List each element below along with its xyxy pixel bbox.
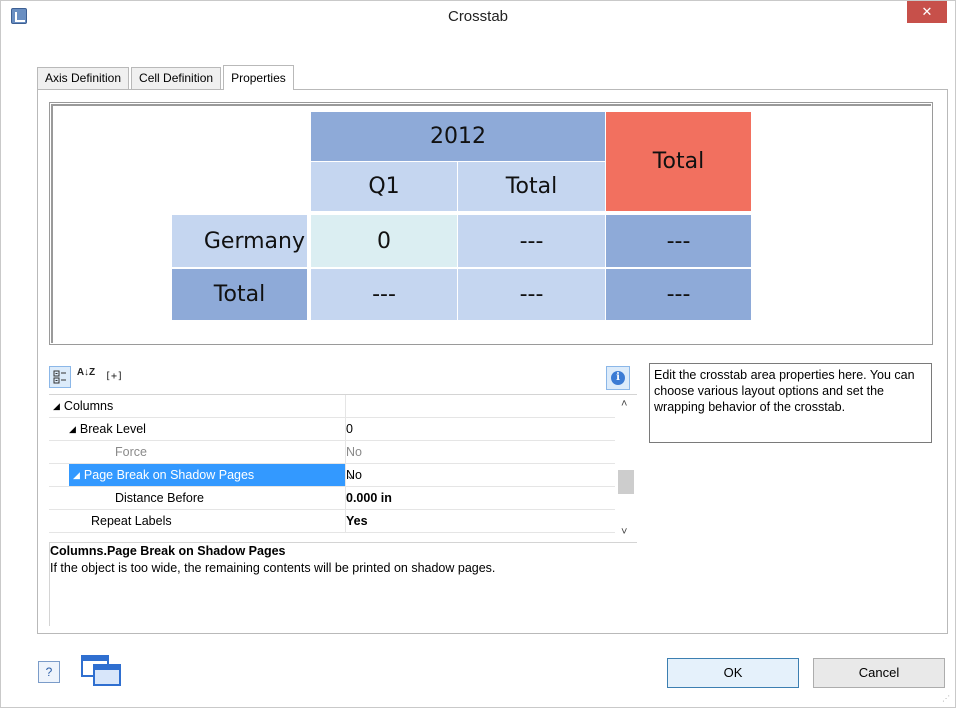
grid-row-value-dropdown[interactable]: No ⌄ [345,464,615,486]
tab-strip: Axis Definition Cell Definition Properti… [37,65,296,90]
grid-row-value[interactable] [345,395,615,417]
tab-axis-definition[interactable]: Axis Definition [37,67,130,89]
info-button[interactable]: i [606,366,630,390]
scrollbar-thumb[interactable] [618,470,634,494]
sort-alphabetical-button[interactable]: A↓Z [75,366,97,388]
window-title: Crosstab [447,8,509,25]
property-grid: ◢ Columns ◢ Break Level 0 Force No ◢ Page B… [49,394,637,540]
info-icon: i [611,371,625,385]
expand-triangle-icon[interactable]: ◢ [69,418,76,440]
crosstab-cell-germany-total[interactable]: --- [458,215,605,267]
description-text: If the object is too wide, the remaining… [50,561,496,575]
scroll-down-icon[interactable]: ˅ [621,526,627,538]
crosstab-grand-total-header[interactable]: Total [606,112,751,211]
grid-row-name: ◢ Columns [53,395,113,417]
grid-row-distance-before[interactable]: Distance Before 0.000 in [49,487,615,510]
scroll-up-icon[interactable]: ˄ [621,398,627,410]
tab-properties[interactable]: Properties [223,65,294,90]
grid-row-value[interactable]: 0.000 in [345,487,615,509]
crosstab-cell-germany-grand[interactable]: --- [606,215,751,267]
expand-all-button[interactable]: [+] [99,366,129,388]
cancel-button[interactable]: Cancel [813,658,945,688]
ok-button[interactable]: OK [667,658,799,688]
help-button[interactable]: ? [38,661,60,683]
resize-grip-icon[interactable]: ⋰ [942,694,952,704]
grid-row-page-break-shadow[interactable]: ◢ Page Break on Shadow Pages No ⌄ [49,464,615,487]
crosstab-cell-total-grand[interactable]: --- [606,269,751,320]
expand-triangle-icon[interactable]: ◢ [73,464,80,486]
crosstab-row-germany[interactable]: Germany [172,215,307,267]
crosstab-row-total[interactable]: Total [172,269,307,320]
crosstab-q1-header[interactable]: Q1 [311,162,457,211]
window-arrange-icon[interactable] [81,655,123,687]
expand-triangle-icon[interactable]: ◢ [53,395,60,417]
property-toolbar: A↓Z [+] i [49,365,639,391]
crosstab-col-total-header[interactable]: Total [458,162,605,211]
grid-row-name: ◢ Page Break on Shadow Pages [69,464,345,486]
title-bar: Crosstab ✕ [1,1,955,32]
crosstab-cell-total-total[interactable]: --- [458,269,605,320]
chevron-down-icon[interactable]: ⌄ [346,464,607,488]
grid-row-value[interactable]: 0 [345,418,615,440]
grid-row-break-level[interactable]: ◢ Break Level 0 [49,418,615,441]
crosstab-cell-total-q1[interactable]: --- [311,269,457,320]
crosstab-year-header[interactable]: 2012 [311,112,605,161]
grid-row-name: Force [115,445,147,459]
grid-row-repeat-labels[interactable]: Repeat Labels Yes [49,510,615,533]
grid-row-columns[interactable]: ◢ Columns [49,395,615,418]
grid-row-value[interactable]: No [345,441,615,463]
grid-row-name: ◢ Break Level [69,418,146,440]
grid-scrollbar[interactable]: ˄ ˅ [615,395,637,541]
categorized-icon [53,370,66,384]
grid-row-value[interactable]: Yes [345,510,615,532]
crosstab-dialog: Crosstab ✕ Axis Definition Cell Definiti… [0,0,956,708]
grid-row-name: Distance Before [115,491,204,505]
grid-row-name: Repeat Labels [91,514,172,528]
crosstab-cell-germany-q1[interactable]: 0 [311,215,457,267]
help-text-box: Edit the crosstab area properties here. … [649,363,932,443]
close-button[interactable]: ✕ [907,1,947,23]
grid-row-force[interactable]: Force No [49,441,615,464]
description-title: Columns.Page Break on Shadow Pages [50,544,286,558]
categorized-view-button[interactable] [49,366,71,388]
tab-cell-definition[interactable]: Cell Definition [131,67,222,89]
property-description: Columns.Page Break on Shadow Pages If th… [49,542,637,626]
sort-az-icon: A↓Z [76,367,96,378]
